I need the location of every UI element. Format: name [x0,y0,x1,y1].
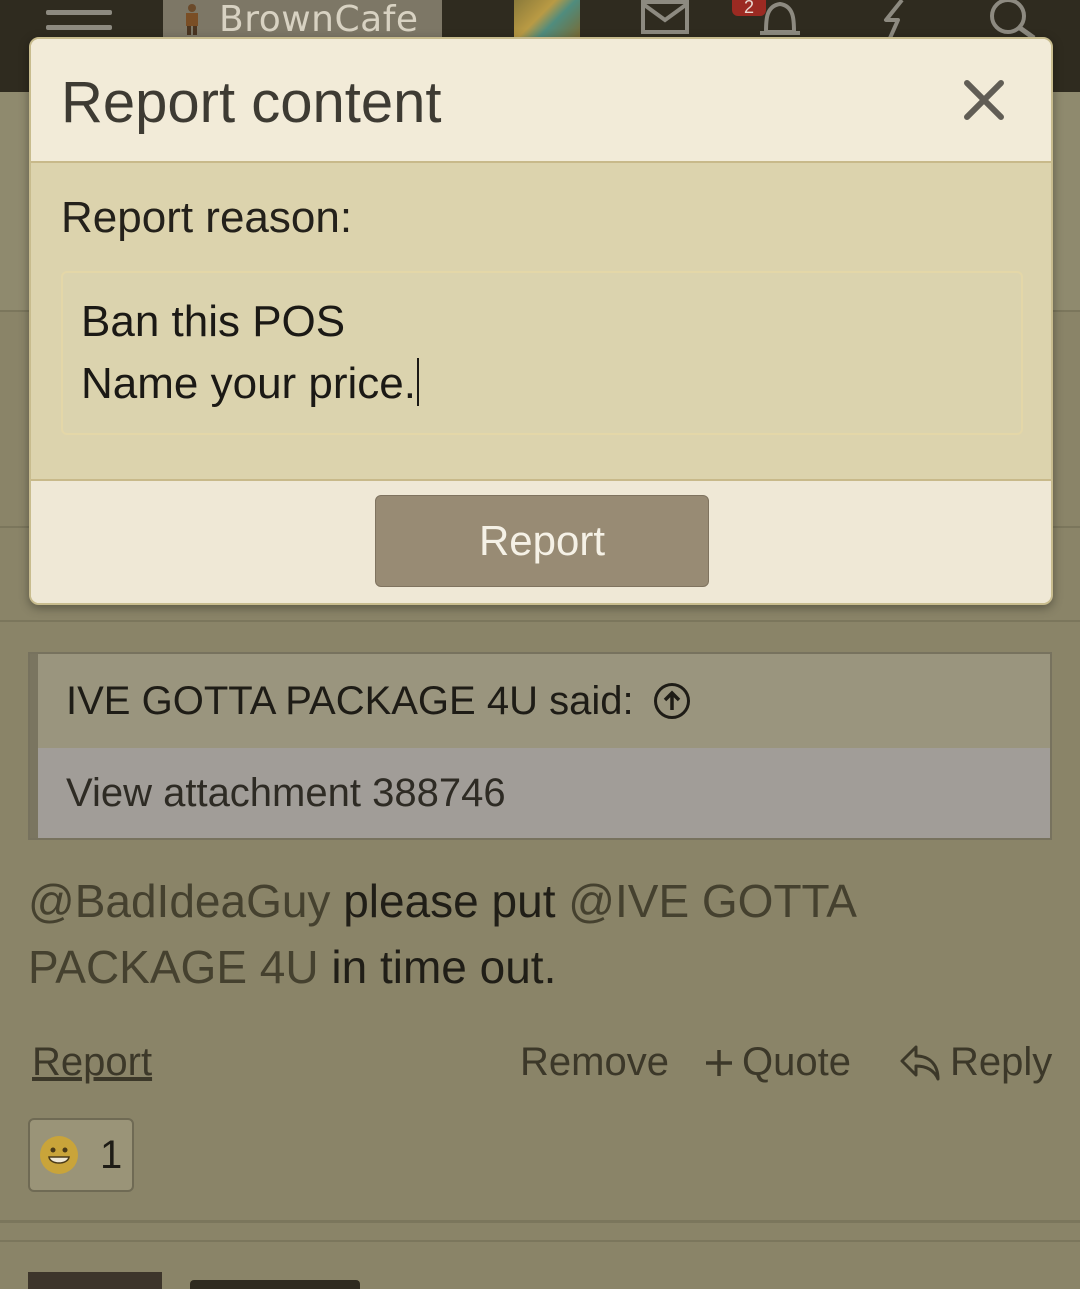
site-logo[interactable]: BrownCafe [163,0,442,40]
text-cursor [417,358,420,406]
close-icon[interactable] [961,77,1007,123]
quote-header[interactable]: IVE GOTTA PACKAGE 4U said: [38,654,1050,748]
next-post-author [190,1280,360,1289]
dialog-header: Report content [31,39,1051,163]
report-reason-textarea[interactable]: Ban this POS Name your price. [61,271,1023,435]
quote-accent-bar [30,654,38,838]
logo-figure-icon [186,4,198,35]
post-text-segment: please put [330,875,569,927]
reason-line: Name your price. [81,359,417,408]
search-icon[interactable] [986,0,1038,38]
reply-label: Reply [950,1040,1053,1084]
quote-author: IVE GOTTA PACKAGE 4U said: [66,678,634,723]
quote-body[interactable]: View attachment 388746 [38,748,1050,838]
post-message: @BadIdeaGuy please put @IVE GOTTA PACKAG… [28,868,1028,1000]
plus-icon [706,1049,732,1076]
dialog-title: Report content [61,70,442,135]
reason-line: Ban this POS [81,297,346,346]
reaction-summary[interactable]: 1 [28,1118,134,1192]
divider [0,620,1080,622]
grin-emoji-icon [40,1136,78,1174]
mention-link[interactable]: @BadIdeaGuy [28,875,330,927]
report-dialog: Report content Report reason: Ban this P… [29,37,1053,605]
lightning-icon[interactable] [872,0,918,38]
dialog-footer: Report [31,481,1051,603]
menu-icon[interactable] [46,10,112,36]
reaction-count: 1 [100,1132,123,1177]
remove-link[interactable]: Remove [520,1040,669,1085]
post-text-segment: in time out. [318,941,557,993]
quoted-post: IVE GOTTA PACKAGE 4U said: View attachme… [28,652,1052,840]
envelope-icon[interactable] [640,0,690,36]
reply-arrow-icon [900,1045,940,1080]
reply-link[interactable]: Reply [898,1040,1052,1085]
user-avatar[interactable] [514,0,580,38]
logo-text: BrownCafe [219,0,419,40]
quote-label: Quote [742,1040,851,1084]
report-reason-label: Report reason: [61,193,353,242]
next-post-avatar[interactable] [28,1272,162,1289]
report-submit-button[interactable]: Report [375,495,709,587]
divider [0,1220,1080,1223]
arrow-up-circle-icon[interactable] [653,683,690,719]
quote-link[interactable]: Quote [704,1040,851,1085]
bell-icon[interactable] [756,0,804,38]
divider [0,1240,1080,1242]
report-link[interactable]: Report [32,1040,152,1085]
dialog-body: Report reason: Ban this POS Name your pr… [31,163,1051,481]
